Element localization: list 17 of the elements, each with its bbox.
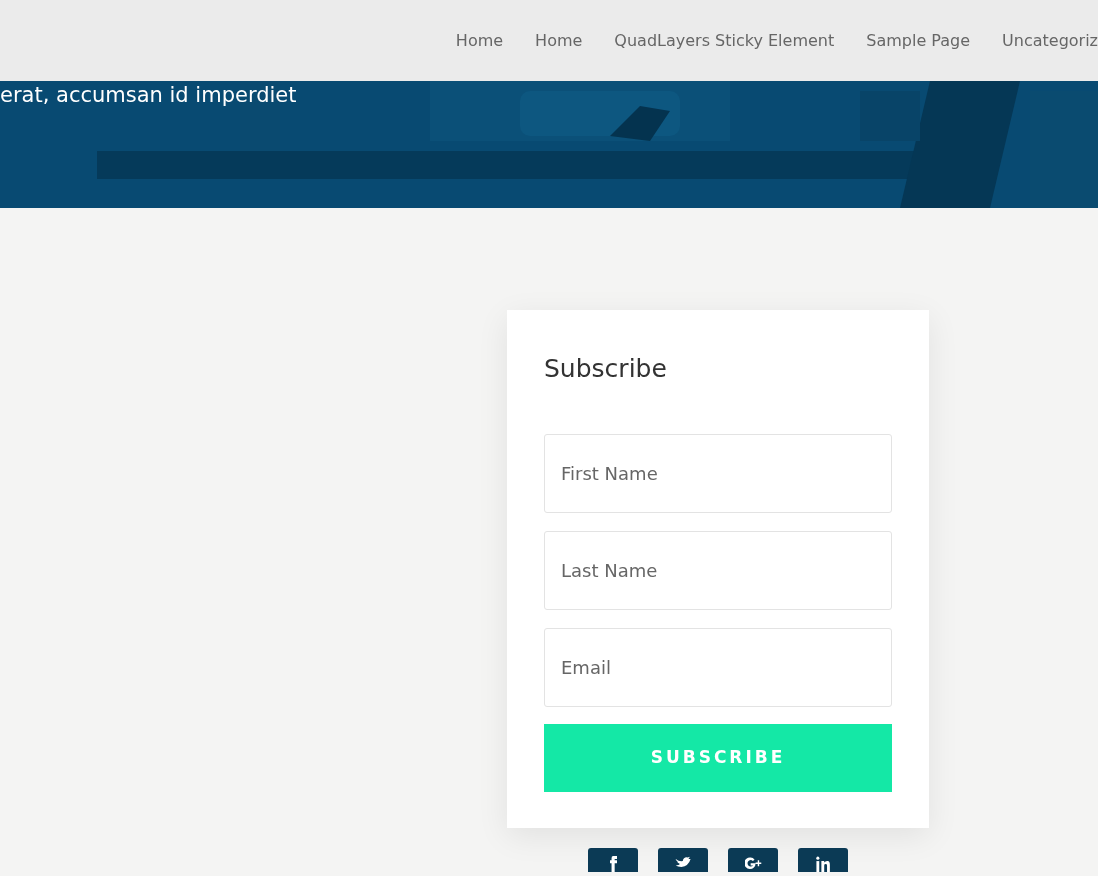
facebook-icon [609, 856, 617, 872]
social-button[interactable] [728, 848, 778, 872]
input-field[interactable]: Last Name [544, 531, 892, 610]
nav-link[interactable]: Home [535, 28, 583, 53]
google-plus-icon [744, 856, 762, 872]
hero-text: erat, accumsan id imperdiet [0, 85, 298, 106]
social-button[interactable] [588, 848, 638, 872]
form-title: Subscribe [544, 354, 668, 384]
nav-link[interactable]: Home [455, 28, 504, 53]
social-button[interactable] [658, 848, 708, 872]
nav-link[interactable]: Sample Page [866, 28, 971, 53]
input-field[interactable]: First Name [544, 434, 892, 513]
social-button[interactable] [798, 848, 848, 872]
input-field[interactable]: Email [544, 628, 892, 707]
nav-link[interactable]: QuadLayers Sticky Element [614, 28, 835, 53]
nav-link[interactable]: Uncategoriz [1002, 28, 1098, 53]
linkedin-icon [814, 856, 832, 872]
